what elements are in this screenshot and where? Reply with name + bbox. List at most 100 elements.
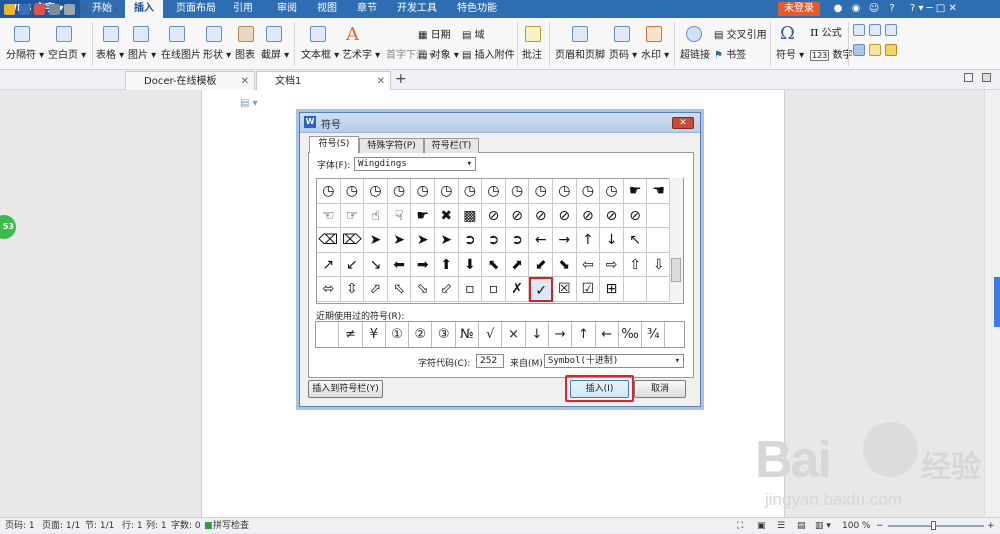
- recent-symbol-cell[interactable]: №: [456, 322, 480, 347]
- undo-icon[interactable]: ↶: [80, 4, 91, 15]
- export-pdf-icon[interactable]: [34, 4, 45, 15]
- symbol-cell[interactable]: ☞: [340, 203, 365, 229]
- blank-page-button[interactable]: 空白页 ▾: [48, 46, 86, 61]
- menu-page-layout[interactable]: 页面布局: [170, 0, 222, 18]
- symbol-cell[interactable]: [647, 228, 671, 253]
- page-view-icon[interactable]: ▣: [757, 518, 766, 534]
- symbol-cell[interactable]: ⇨: [600, 252, 624, 278]
- recent-symbol-cell[interactable]: ←: [596, 322, 619, 347]
- reading-view-icon[interactable]: ▥ ▾: [815, 518, 831, 534]
- menu-references[interactable]: 引用: [228, 0, 258, 18]
- symbol-cell[interactable]: ✓: [529, 277, 553, 302]
- form-checkbox-icon[interactable]: [869, 24, 881, 36]
- tab-symbols[interactable]: 符号(S): [309, 136, 359, 153]
- menu-developer[interactable]: 开发工具: [394, 0, 440, 18]
- symbol-cell[interactable]: ←: [529, 228, 553, 253]
- symbol-cell[interactable]: ↙: [340, 252, 365, 278]
- symbol-cell[interactable]: ↘: [364, 252, 388, 278]
- symbol-cell[interactable]: [623, 277, 648, 302]
- number-button[interactable]: 123 数字: [810, 46, 852, 61]
- symbol-cell[interactable]: ⇦: [576, 252, 601, 278]
- menu-insert[interactable]: 插入: [125, 0, 163, 18]
- recent-symbol-cell[interactable]: ¾: [642, 322, 666, 347]
- zoom-slider-thumb[interactable]: [931, 521, 936, 530]
- save-icon[interactable]: [19, 4, 30, 15]
- symbol-cell[interactable]: ☝: [364, 203, 388, 229]
- form-list-icon[interactable]: [885, 24, 897, 36]
- symbol-cell[interactable]: ⊘: [600, 203, 624, 229]
- symbol-cell[interactable]: ⬉: [482, 252, 506, 278]
- symbol-cell[interactable]: ⊘: [482, 203, 506, 229]
- formula-button[interactable]: π 公式: [810, 24, 842, 40]
- date-button[interactable]: ▦ 日期: [418, 26, 451, 41]
- symbol-cell[interactable]: ➤: [387, 228, 412, 253]
- side-panel-handle[interactable]: [994, 277, 1000, 327]
- recent-symbol-cell[interactable]: ↑: [572, 322, 596, 347]
- watermark-button[interactable]: 水印 ▾: [641, 46, 669, 61]
- recent-symbol-cell[interactable]: ↓: [526, 322, 549, 347]
- symbol-cell[interactable]: ▫: [482, 277, 506, 302]
- open-icon[interactable]: [4, 4, 15, 15]
- symbol-cell[interactable]: ➡: [411, 252, 435, 278]
- help-icon[interactable]: ?: [886, 3, 898, 15]
- dialog-close-button[interactable]: ✕: [672, 117, 694, 129]
- symbol-cell[interactable]: ⬋: [529, 252, 553, 278]
- page-break-button[interactable]: 分隔符 ▾: [6, 46, 44, 61]
- symbol-cell[interactable]: ⬆: [435, 252, 459, 278]
- recent-symbol-cell[interactable]: ≠: [339, 322, 363, 347]
- symbol-cell[interactable]: ⊞: [600, 277, 624, 302]
- symbol-cell[interactable]: ➲: [505, 228, 530, 253]
- outline-view-icon[interactable]: ☰: [777, 518, 785, 534]
- tab-document1[interactable]: 文档1 ✕: [256, 71, 391, 90]
- recent-symbol-cell[interactable]: ×: [502, 322, 526, 347]
- close-icon[interactable]: ✕: [241, 72, 249, 91]
- symbol-cell[interactable]: ⇧: [623, 252, 648, 278]
- recent-symbol-cell[interactable]: →: [549, 322, 573, 347]
- symbol-cell[interactable]: [647, 277, 671, 302]
- cross-reference-button[interactable]: ▤ 交叉引用: [714, 26, 767, 41]
- menu-review[interactable]: 审阅: [272, 0, 302, 18]
- char-code-field[interactable]: 252: [476, 354, 504, 368]
- form-edit-icon[interactable]: [869, 44, 881, 56]
- symbol-cell[interactable]: ↗: [317, 252, 341, 278]
- page-number-button[interactable]: 页码 ▾: [609, 46, 637, 61]
- bookmark-button[interactable]: ⚑ 书签: [714, 46, 746, 61]
- window-controls-icon[interactable]: ? ▾ ─ □ ✕: [910, 3, 970, 15]
- recent-symbol-cell[interactable]: [316, 322, 340, 347]
- zoom-slider[interactable]: [888, 525, 984, 527]
- symbol-cell[interactable]: ✖: [435, 203, 459, 229]
- symbol-cell[interactable]: ◷: [317, 179, 341, 204]
- symbol-cell[interactable]: ⬇: [458, 252, 483, 278]
- recent-symbol-cell[interactable]: √: [479, 322, 503, 347]
- symbol-cell[interactable]: ▫: [458, 277, 483, 302]
- recent-symbol-cell[interactable]: ¥: [363, 322, 386, 347]
- status-badge[interactable]: 53: [0, 215, 16, 239]
- symbol-cell[interactable]: ➤: [435, 228, 459, 253]
- symbol-cell[interactable]: ☜: [317, 203, 341, 229]
- symbol-cell[interactable]: ☚: [647, 179, 671, 204]
- symbol-cell[interactable]: ◷: [505, 179, 530, 204]
- symbol-cell[interactable]: ☟: [387, 203, 412, 229]
- symbol-cell[interactable]: ⇳: [340, 277, 365, 302]
- comment-button[interactable]: 批注: [522, 46, 542, 61]
- symbol-cell[interactable]: ☛: [623, 179, 648, 204]
- symbol-cell[interactable]: ⬀: [364, 277, 388, 302]
- shape-button[interactable]: 形状 ▾: [203, 46, 231, 61]
- redo-icon[interactable]: ↷: [95, 4, 106, 15]
- feedback-icon[interactable]: ◉: [850, 3, 862, 15]
- symbol-cell[interactable]: ↑: [576, 228, 601, 253]
- word-art-button[interactable]: 艺术字 ▾: [342, 46, 380, 61]
- object-button[interactable]: ▤ 对象 ▾: [418, 46, 459, 61]
- recent-symbol-cell[interactable]: ②: [409, 322, 433, 347]
- symbol-cell[interactable]: ◷: [411, 179, 435, 204]
- tab-symbol-bar[interactable]: 符号栏(T): [424, 138, 479, 153]
- zoom-out-icon[interactable]: −: [876, 518, 884, 534]
- symbol-cell[interactable]: ◷: [340, 179, 365, 204]
- symbol-cell[interactable]: ☛: [411, 203, 435, 229]
- insert-to-bar-button[interactable]: 插入到符号栏(Y): [308, 380, 383, 398]
- symbol-cell[interactable]: ⌫: [317, 228, 341, 253]
- form-design-icon[interactable]: [853, 44, 865, 56]
- cancel-button[interactable]: 取消: [634, 380, 686, 398]
- symbol-cell[interactable]: ⬁: [387, 277, 412, 302]
- header-footer-button[interactable]: 页眉和页脚: [555, 46, 605, 61]
